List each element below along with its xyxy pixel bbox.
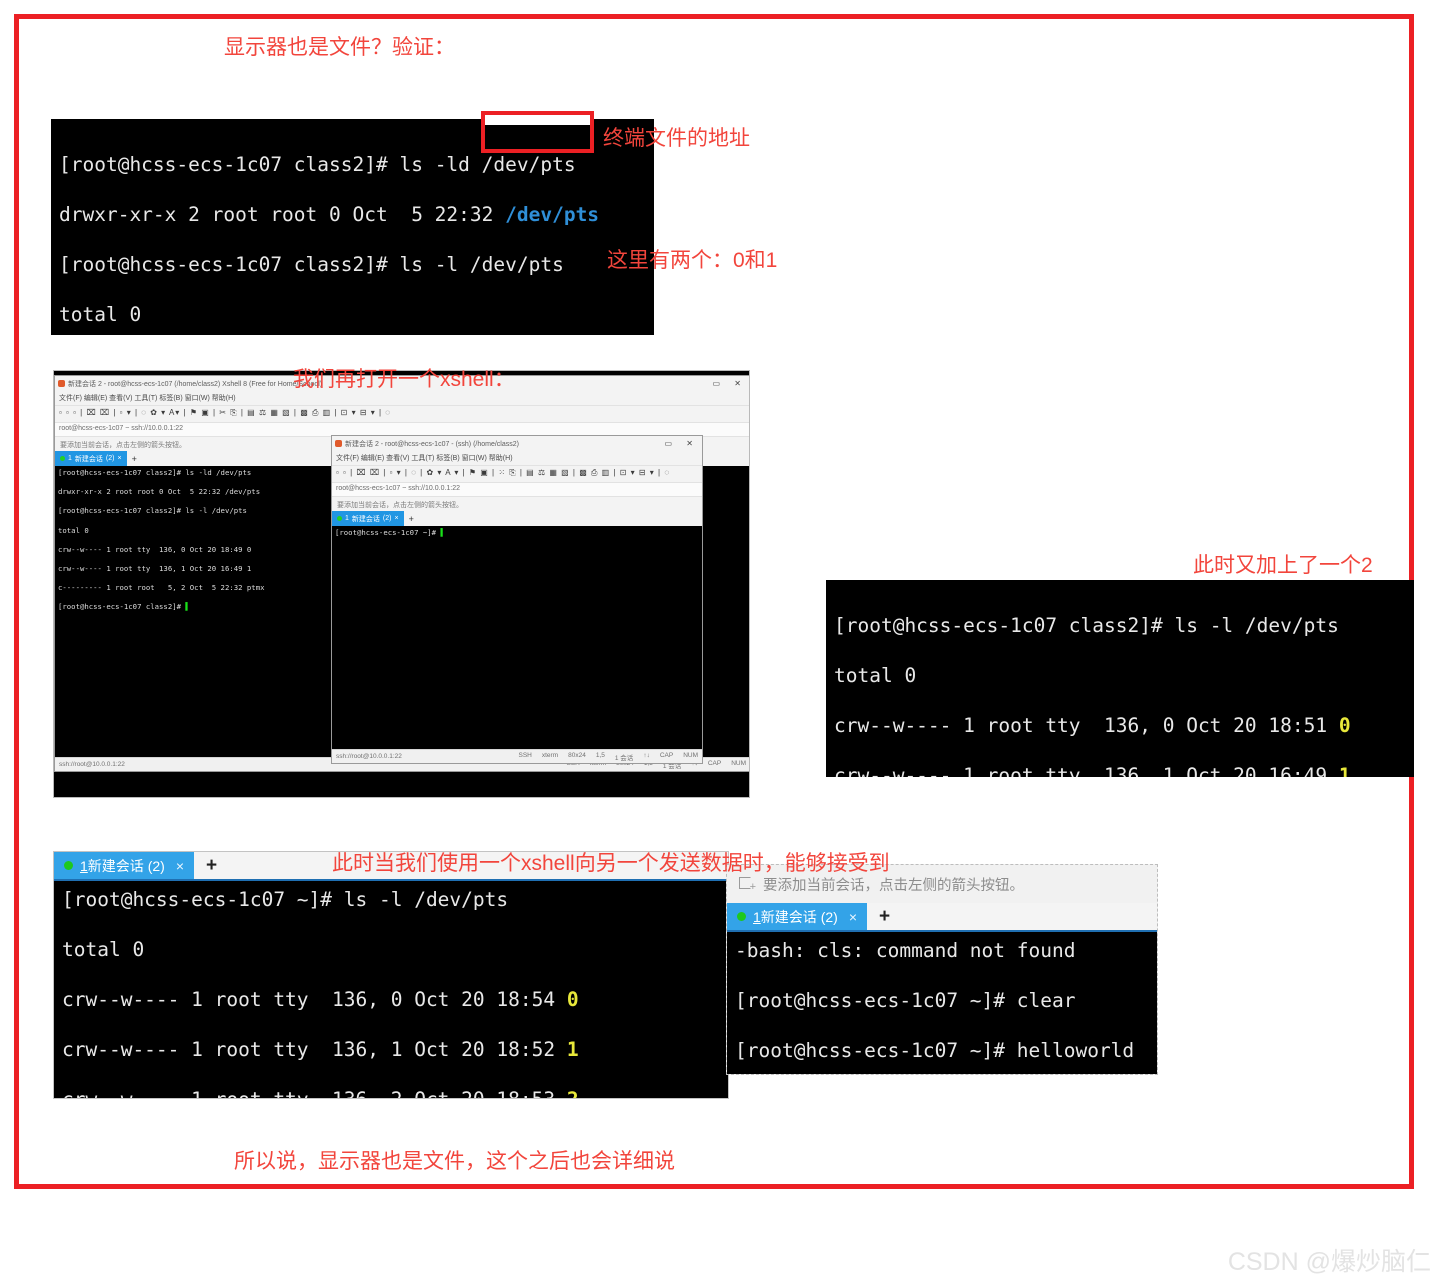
session-status-dot-icon bbox=[64, 861, 73, 870]
nested-front-terminal[interactable]: [root@hcss-ecs-1c07 ~]# ▌ bbox=[332, 526, 702, 760]
term-right-line-4: crw--w---- 1 root tty 136, 1 Oct 20 16:4… bbox=[834, 764, 1351, 777]
nb-line-5: crw--w---- 1 root tty 136, 0 Oct 20 18:4… bbox=[58, 544, 252, 554]
nb-line-8: [root@hcss-ecs-1c07 class2]# ▌ bbox=[58, 602, 190, 612]
bl-line-2: total 0 bbox=[62, 938, 145, 961]
dev-pts-highlight-box bbox=[481, 111, 594, 153]
br-tabbar[interactable]: 1新建会话 (2) × + bbox=[727, 903, 1157, 932]
session-status-dot-icon bbox=[337, 516, 342, 521]
session-status-dot-icon bbox=[737, 912, 746, 921]
add-session-icon[interactable]: + bbox=[739, 876, 756, 892]
br-new-tab-button[interactable]: + bbox=[867, 903, 902, 930]
nested-front-titlebar[interactable]: 新建会话 2 - root@hcss-ecs-1c07 - (ssh) (/ho… bbox=[332, 436, 702, 451]
nested-xshell-screenshot: 新建会话 2 - root@hcss-ecs-1c07 (/home/class… bbox=[53, 370, 750, 798]
bl-terminal[interactable]: [root@hcss-ecs-1c07 ~]# ls -l /dev/pts t… bbox=[54, 881, 728, 1098]
nb-status-left: ssh://root@10.0.0.1:22 bbox=[59, 761, 125, 768]
nested-front-menubar[interactable]: 文件(F) 编辑(E) 查看(V) 工具(T) 标签(B) 窗口(W) 帮助(H… bbox=[332, 451, 702, 465]
xshell-logo-icon bbox=[335, 440, 342, 447]
term-right-line-1: [root@hcss-ecs-1c07 class2]# ls -l /dev/… bbox=[834, 614, 1339, 637]
bl-tab-session[interactable]: 1新建会话 (2) × bbox=[54, 852, 194, 879]
nested-back-tab-label: 新建会话 bbox=[74, 455, 103, 463]
nb-line-3: [root@hcss-ecs-1c07 class2]# ls -l /dev/… bbox=[58, 506, 247, 516]
nested-back-tab-close-icon[interactable]: × bbox=[117, 455, 121, 462]
nested-back-addressbar[interactable]: root@hcss-ecs-1c07 ~ ssh://10.0.0.1:22 bbox=[55, 422, 749, 436]
bl-tab-close-icon[interactable]: × bbox=[176, 858, 184, 874]
annotation-top-title: 显示器也是文件？验证： bbox=[224, 36, 455, 59]
nested-back-tab-count: (2) bbox=[105, 455, 115, 462]
br-line-3: [root@hcss-ecs-1c07 ~]# helloworld bbox=[735, 1039, 1135, 1062]
window-controls[interactable]: ▭ ✕ bbox=[665, 439, 699, 448]
annotation-open-another-xshell: 我们再打开一个xshell： bbox=[293, 368, 515, 391]
annotation-two-items: 这里有两个：0和1 bbox=[607, 249, 778, 272]
br-terminal[interactable]: -bash: cls: command not found [root@hcss… bbox=[727, 932, 1157, 1074]
nested-back-new-tab-button[interactable]: + bbox=[127, 451, 142, 466]
annotation-added-a-two: 此时又加上了一个2 bbox=[1193, 554, 1373, 577]
annotation-bottom-conclusion: 所以说，显示器也是文件，这个之后也会详细说 bbox=[234, 1150, 675, 1173]
nested-back-title: 新建会话 2 - root@hcss-ecs-1c07 (/home/class… bbox=[68, 380, 323, 388]
bl-new-tab-button[interactable]: + bbox=[194, 852, 229, 879]
term-right-line-3: crw--w---- 1 root tty 136, 0 Oct 20 18:5… bbox=[834, 714, 1351, 737]
br-tab-text: 1新建会话 (2) bbox=[753, 908, 838, 925]
nested-front-addressbar[interactable]: root@hcss-ecs-1c07 ~ ssh://10.0.0.1:22 bbox=[332, 482, 702, 496]
bl-line-1: [root@hcss-ecs-1c07 ~]# ls -l /dev/pts bbox=[62, 888, 509, 911]
nested-front-title: 新建会话 2 - root@hcss-ecs-1c07 - (ssh) (/ho… bbox=[345, 440, 519, 448]
nb-line-4: total 0 bbox=[58, 525, 89, 535]
br-line-2: [root@hcss-ecs-1c07 ~]# clear bbox=[735, 989, 1076, 1012]
nb-line-7: c--------- 1 root root 5, 2 Oct 5 22:32 … bbox=[58, 583, 265, 593]
nested-back-tab-index: 1 bbox=[68, 455, 72, 462]
nested-front-hint: 要添加当前会话，点击左侧的箭头按钮。 bbox=[332, 496, 702, 511]
window-controls[interactable]: ▭ ✕ bbox=[713, 379, 747, 388]
bl-line-5: crw--w---- 1 root tty 136, 2 Oct 20 18:5… bbox=[62, 1088, 579, 1098]
nb-line-2: drwxr-xr-x 2 root root 0 Oct 5 22:32 /de… bbox=[58, 487, 261, 497]
nested-front-tab-count: (2) bbox=[382, 515, 392, 522]
nested-back-menubar[interactable]: 文件(F) 编辑(E) 查看(V) 工具(T) 标签(B) 窗口(W) 帮助(H… bbox=[55, 391, 749, 405]
nested-front-window[interactable]: 新建会话 2 - root@hcss-ecs-1c07 - (ssh) (/ho… bbox=[331, 435, 703, 764]
term-right-line-2: total 0 bbox=[834, 664, 917, 687]
annotation-send-data-note: 此时当我们使用一个xshell向另一个发送数据时，能够接受到 bbox=[332, 852, 890, 875]
nested-front-new-tab-button[interactable]: + bbox=[404, 511, 419, 526]
xshell-logo-icon bbox=[58, 380, 65, 387]
bl-tab-text: 1新建会话 (2) bbox=[80, 857, 165, 874]
session-status-dot-icon bbox=[60, 456, 65, 461]
nested-front-tabbar[interactable]: 1 新建会话 (2) × + bbox=[332, 511, 702, 526]
nested-front-tab-label: 新建会话 bbox=[351, 515, 380, 523]
nested-front-toolbar[interactable]: ▫ ▫ | ⌧ ⌧ | ▫ ▾ | ◌ | ✿ ▾ A ▾ | ⚑ ▣ | ⁙ … bbox=[332, 465, 702, 482]
nested-front-tab[interactable]: 1 新建会话 (2) × bbox=[332, 511, 404, 526]
br-tab-close-icon[interactable]: × bbox=[849, 909, 857, 925]
nested-back-toolbar[interactable]: ▫ ▫ ▫ | ⌧ ⌧ | ▫ ▾ | ◌ ✿ ▾ A▾ | ⚑ ▣ | ✂ ⎘… bbox=[55, 405, 749, 422]
nf-status-left: ssh://root@10.0.0.1:22 bbox=[336, 753, 402, 760]
nb-line-6: crw--w---- 1 root tty 136, 1 Oct 20 16:4… bbox=[58, 563, 252, 573]
terminal-right[interactable]: [root@hcss-ecs-1c07 class2]# ls -l /dev/… bbox=[826, 580, 1414, 777]
term-top-line-1: [root@hcss-ecs-1c07 class2]# ls -ld /dev… bbox=[59, 153, 576, 176]
nf-line-1: [root@hcss-ecs-1c07 ~]# ▌ bbox=[335, 528, 445, 537]
annotation-terminal-path: 终端文件的地址 bbox=[603, 127, 750, 150]
bl-line-4: crw--w---- 1 root tty 136, 1 Oct 20 18:5… bbox=[62, 1038, 579, 1061]
term-top-line-4: total 0 bbox=[59, 303, 142, 326]
bottom-left-xshell-window[interactable]: 1新建会话 (2) × + [root@hcss-ecs-1c07 ~]# ls… bbox=[53, 851, 729, 1099]
nested-front-tab-index: 1 bbox=[345, 515, 349, 522]
csdn-watermark: CSDN @爆炒脑仁 bbox=[1227, 1248, 1431, 1276]
nested-front-tab-close-icon[interactable]: × bbox=[394, 515, 398, 522]
nf-status-right: SSH xterm 80x24 1,5 1 会话 ↑↓ CAP NUM bbox=[518, 751, 699, 762]
nested-front-statusbar: ssh://root@10.0.0.1:22 SSH xterm 80x24 1… bbox=[332, 749, 702, 763]
nb-line-1: [root@hcss-ecs-1c07 class2]# ls -ld /dev… bbox=[58, 468, 252, 477]
term-top-line-2: drwxr-xr-x 2 root root 0 Oct 5 22:32 /de… bbox=[59, 203, 600, 226]
br-tab-session[interactable]: 1新建会话 (2) × bbox=[727, 903, 867, 930]
nested-back-tab[interactable]: 1 新建会话 (2) × bbox=[55, 451, 127, 466]
bl-line-3: crw--w---- 1 root tty 136, 0 Oct 20 18:5… bbox=[62, 988, 579, 1011]
br-hint-text: 要添加当前会话，点击左侧的箭头按钮。 bbox=[763, 877, 1024, 894]
br-line-1: -bash: cls: command not found bbox=[735, 939, 1076, 962]
bottom-right-xshell-window[interactable]: + 要添加当前会话，点击左侧的箭头按钮。 1新建会话 (2) × + -bash… bbox=[726, 864, 1158, 1075]
term-top-line-3: [root@hcss-ecs-1c07 class2]# ls -l /dev/… bbox=[59, 253, 564, 276]
